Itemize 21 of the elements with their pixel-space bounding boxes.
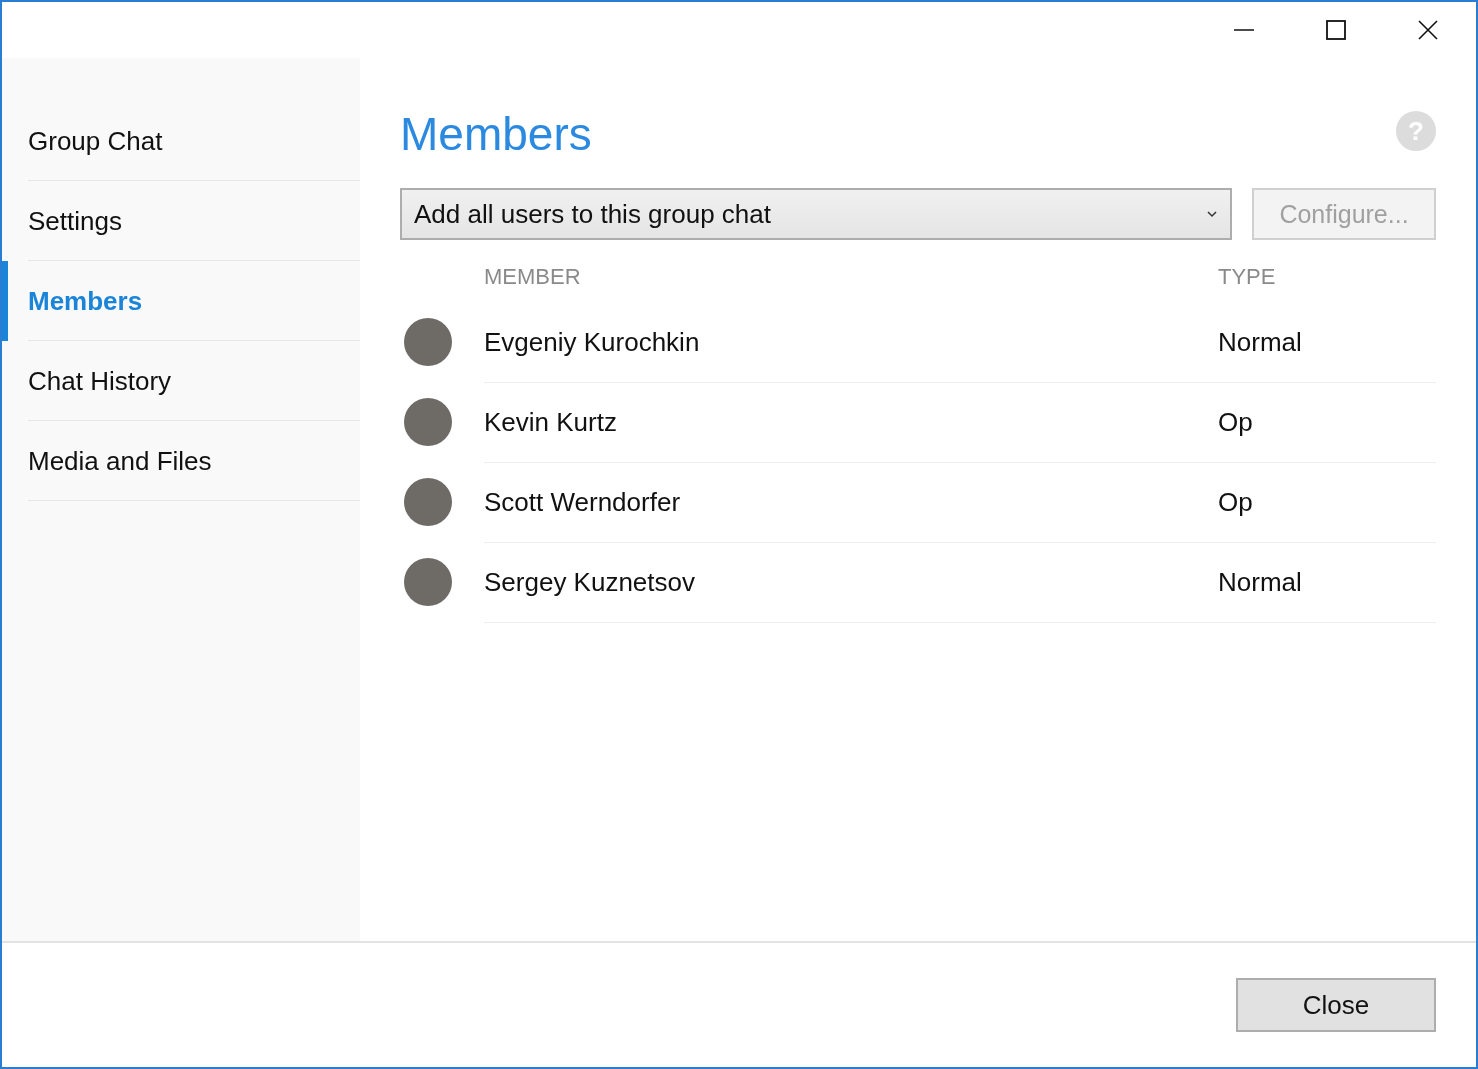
member-name: Evgeniy Kurochkin <box>484 326 701 358</box>
avatar-placeholder <box>404 318 452 366</box>
maximize-icon[interactable] <box>1326 20 1346 40</box>
column-header: TYPE <box>1218 264 1276 290</box>
close-icon[interactable] <box>1418 20 1438 40</box>
chevron-down-icon <box>1206 210 1218 218</box>
avatar-placeholder <box>404 558 452 606</box>
column-header: MEMBER <box>484 264 582 290</box>
member-name: Sergey Kuznetsov <box>484 566 696 598</box>
member-name: Scott Werndorfer <box>484 486 682 518</box>
members-dropdown[interactable]: Add all users to this group chat <box>400 188 1232 240</box>
member-type: Normal <box>1218 326 1302 358</box>
page-title: Members <box>400 107 592 161</box>
avatar-placeholder <box>404 478 452 526</box>
member-type: Normal <box>1218 566 1302 598</box>
member-type: Op <box>1218 406 1253 438</box>
member-name: Kevin Kurtz <box>484 406 618 438</box>
avatar-placeholder <box>404 398 452 446</box>
close-button[interactable]: Close <box>1236 978 1436 1032</box>
member-type: Op <box>1218 486 1253 518</box>
sidebar-item[interactable]: Members <box>2 261 360 341</box>
